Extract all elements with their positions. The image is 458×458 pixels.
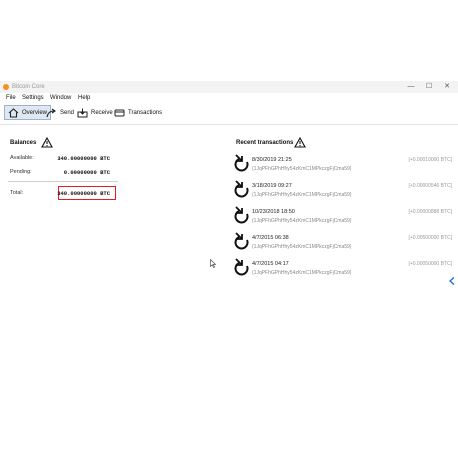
balances-title: Balances [10, 140, 37, 146]
total-value: 340.00000000 BTC [57, 190, 110, 197]
menu-file[interactable]: File [6, 94, 16, 102]
transaction-amount: [+0.00000888 BTC] [408, 209, 452, 215]
transaction-amount: [+0.00000546 BTC] [408, 183, 452, 189]
main-toolbar: Overview Send Receive Transactions [0, 103, 458, 125]
chevron-left-icon[interactable] [449, 277, 455, 285]
transaction-date: 4/7/2015 04:17 [252, 261, 289, 267]
window-title: Bitcoin Core [12, 84, 45, 90]
mouse-cursor-icon [210, 259, 216, 268]
tab-overview-label: Overview [22, 109, 48, 116]
window-controls: — ☐ ✕ [402, 81, 456, 93]
warning-icon[interactable] [294, 137, 306, 148]
menu-help[interactable]: Help [78, 94, 90, 102]
transaction-date: 4/7/2015 06:38 [252, 235, 289, 241]
transaction-item[interactable]: 4/7/2015 04:17 (1JqPFhGPhHhy54zKmC1MPkcz… [234, 258, 456, 282]
warning-icon[interactable] [41, 137, 53, 148]
tab-receive-label: Receive [91, 109, 113, 116]
recent-transactions-title: Recent transactions [236, 140, 294, 146]
pending-value: 0.00000000 BTC [63, 169, 110, 176]
bitcoin-core-window: Bitcoin Core — ☐ ✕ File Settings Window … [0, 81, 458, 366]
transaction-address: (1JqPFhGPhHhy54zKmC1MPkczgFjCma59) [252, 218, 352, 224]
tab-overview[interactable]: Overview [4, 105, 52, 120]
transaction-amount: [+0.00500000 BTC] [408, 235, 452, 241]
incoming-transaction-icon [234, 154, 249, 172]
transaction-address: (1JqPFhGPhHhy54zKmC1MPkczgFjCma59) [252, 244, 352, 250]
bitcoin-app-icon [3, 84, 9, 90]
balance-divider [8, 181, 118, 182]
home-icon [8, 107, 19, 118]
transaction-item[interactable]: 10/23/2018 18:50 (1JqPFhGPhHhy54zKmC1MPk… [234, 206, 456, 230]
incoming-transaction-icon [234, 180, 249, 198]
total-label: Total: [10, 190, 24, 196]
close-button[interactable]: ✕ [438, 81, 456, 93]
transaction-address: (1JqPFhGPhHhy54zKmC1MPkczgFjCma59) [252, 270, 352, 276]
pending-label: Pending: [10, 169, 32, 175]
transactions-icon [114, 109, 125, 116]
menu-bar: File Settings Window Help [0, 93, 458, 103]
menu-window[interactable]: Window [50, 94, 71, 102]
minimize-button[interactable]: — [402, 81, 420, 93]
receive-icon [77, 108, 88, 117]
tab-transactions[interactable]: Transactions [114, 105, 162, 120]
available-value: 340.00000000 BTC [57, 155, 110, 162]
send-icon [46, 108, 56, 117]
transaction-item[interactable]: 8/30/2019 21:25 (1JqPFhGPhHhy54zKmC1MPkc… [234, 154, 456, 178]
incoming-transaction-icon [234, 232, 249, 250]
transaction-address: (1JqPFhGPhHhy54zKmC1MPkczgFjCma59) [252, 166, 352, 172]
transaction-item[interactable]: 3/18/2019 09:27 (1JqPFhGPhHhy54zKmC1MPkc… [234, 180, 456, 204]
incoming-transaction-icon [234, 206, 249, 224]
transaction-date: 10/23/2018 18:50 [252, 209, 295, 215]
tab-send-label: Send [60, 109, 75, 116]
transaction-address: (1JqPFhGPhHhy54zKmC1MPkczgFjCma59) [252, 192, 352, 198]
transaction-date: 3/18/2019 09:27 [252, 183, 292, 189]
tab-send[interactable]: Send [46, 105, 74, 120]
maximize-button[interactable]: ☐ [420, 81, 438, 93]
transaction-amount: [+0.00010000 BTC] [408, 157, 452, 163]
title-bar: Bitcoin Core — ☐ ✕ [0, 81, 458, 93]
incoming-transaction-icon [234, 258, 249, 276]
tab-transactions-label: Transactions [128, 109, 163, 116]
transaction-amount: [+0.00050000 BTC] [408, 261, 452, 267]
transaction-item[interactable]: 4/7/2015 06:38 (1JqPFhGPhHhy54zKmC1MPkcz… [234, 232, 456, 256]
menu-settings[interactable]: Settings [22, 94, 44, 102]
transaction-date: 8/30/2019 21:25 [252, 157, 292, 163]
tab-receive[interactable]: Receive [77, 105, 113, 120]
